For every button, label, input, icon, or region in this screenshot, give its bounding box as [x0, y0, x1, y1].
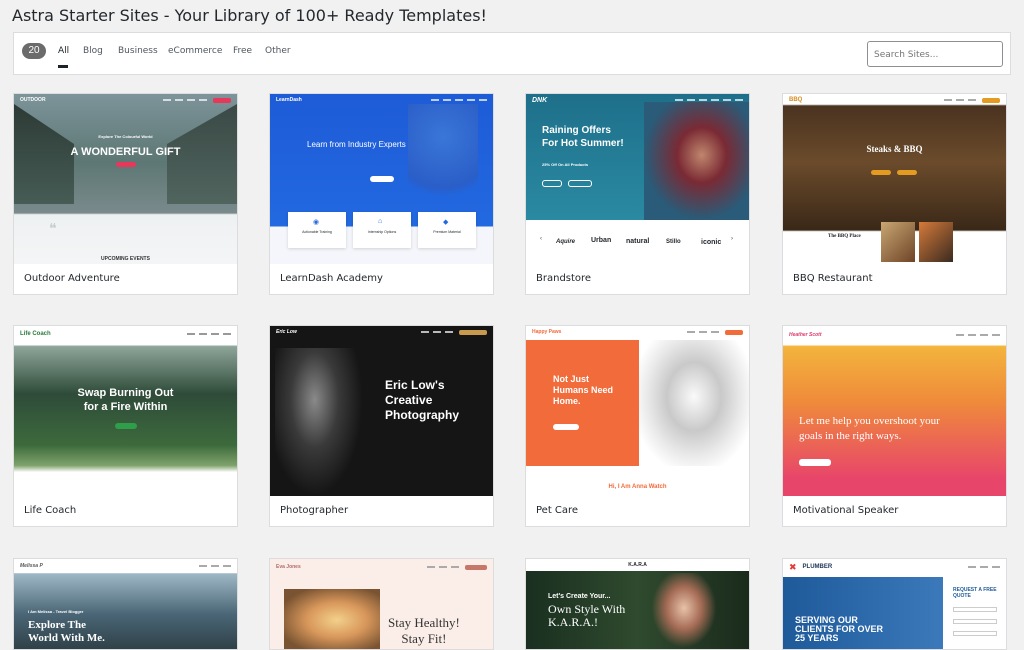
- badge-icon: ◉: [313, 219, 320, 226]
- site-thumbnail[interactable]: Life Coach Swap Burning Out for a Fire W…: [14, 326, 237, 496]
- filter-bar: 20 All Blog Business eCommerce Free Othe…: [13, 32, 1011, 75]
- site-thumbnail[interactable]: K.A.R.A Let's Create Your... Own Style W…: [526, 559, 749, 649]
- site-card-outdoor-adventure[interactable]: OUTDOOR Explore The Colourful World A WO…: [13, 93, 238, 295]
- site-card-learndash-academy[interactable]: LearnDash Learn from Industry Experts ◉ A…: [269, 93, 494, 295]
- site-thumbnail[interactable]: Happy Paws Not Just Humans Need Home. Hi…: [526, 326, 749, 496]
- site-card-kara[interactable]: K.A.R.A Let's Create Your... Own Style W…: [525, 558, 750, 650]
- site-thumbnail[interactable]: Eric Low Eric Low's Creative Photography: [270, 326, 493, 496]
- filter-all[interactable]: All: [58, 46, 69, 56]
- site-card-brandstore[interactable]: DNK Raining Offers For Hot Summer! 25% O…: [525, 93, 750, 295]
- site-count-badge: 20: [22, 43, 46, 59]
- site-card-name: LearnDash Academy: [280, 273, 383, 284]
- site-thumbnail[interactable]: BBQ Steaks & BBQ The BBQ Place: [783, 94, 1006, 264]
- site-card-bbq-restaurant[interactable]: BBQ Steaks & BBQ The BBQ Place BBQ Resta…: [782, 93, 1007, 295]
- site-thumbnail[interactable]: Heather Scott Let me help you overshoot …: [783, 326, 1006, 496]
- filter-blog[interactable]: Blog: [83, 46, 103, 56]
- site-card-pet-care[interactable]: Happy Paws Not Just Humans Need Home. Hi…: [525, 325, 750, 527]
- site-card-motivational-speaker[interactable]: Heather Scott Let me help you overshoot …: [782, 325, 1007, 527]
- site-thumbnail[interactable]: Melissa P I Am Melissa - Travel Blogger …: [14, 559, 237, 649]
- site-card-name: Brandstore: [536, 273, 592, 284]
- filter-business[interactable]: Business: [118, 46, 158, 56]
- site-thumbnail[interactable]: OUTDOOR Explore The Colourful World A WO…: [14, 94, 237, 264]
- shield-icon: ◆: [443, 219, 449, 226]
- page-title: Astra Starter Sites - Your Library of 10…: [12, 6, 487, 25]
- site-card-name: Pet Care: [536, 505, 579, 516]
- filter-ecommerce[interactable]: eCommerce: [168, 46, 222, 56]
- site-card-name: Life Coach: [24, 505, 77, 516]
- site-card-life-coach[interactable]: Life Coach Swap Burning Out for a Fire W…: [13, 325, 238, 527]
- site-card-name: Photographer: [280, 505, 349, 516]
- site-card-photographer[interactable]: Eric Low Eric Low's Creative Photography…: [269, 325, 494, 527]
- site-card-plumber[interactable]: ✖ PLUMBER SERVING OUR CLIENTS FOR OVER 25…: [782, 558, 1007, 650]
- site-thumbnail[interactable]: Eva Jones Stay Healthy! Stay Fit!: [270, 559, 493, 649]
- site-thumbnail[interactable]: LearnDash Learn from Industry Experts ◉ A…: [270, 94, 493, 264]
- house-icon: ⌂: [378, 218, 383, 225]
- wrench-icon: ✖: [789, 561, 797, 572]
- search-input[interactable]: Search Sites...: [867, 41, 1003, 67]
- site-card-name: Motivational Speaker: [793, 505, 899, 516]
- site-card-fitness[interactable]: Eva Jones Stay Healthy! Stay Fit!: [269, 558, 494, 650]
- site-thumbnail[interactable]: ✖ PLUMBER SERVING OUR CLIENTS FOR OVER 25…: [783, 559, 1006, 649]
- filter-other[interactable]: Other: [265, 46, 291, 56]
- filter-free[interactable]: Free: [233, 46, 252, 56]
- site-card-name: Outdoor Adventure: [24, 273, 120, 284]
- site-card-name: BBQ Restaurant: [793, 273, 873, 284]
- site-thumbnail[interactable]: DNK Raining Offers For Hot Summer! 25% O…: [526, 94, 749, 264]
- active-filter-indicator: [58, 65, 68, 68]
- site-card-travel-blogger[interactable]: Melissa P I Am Melissa - Travel Blogger …: [13, 558, 238, 650]
